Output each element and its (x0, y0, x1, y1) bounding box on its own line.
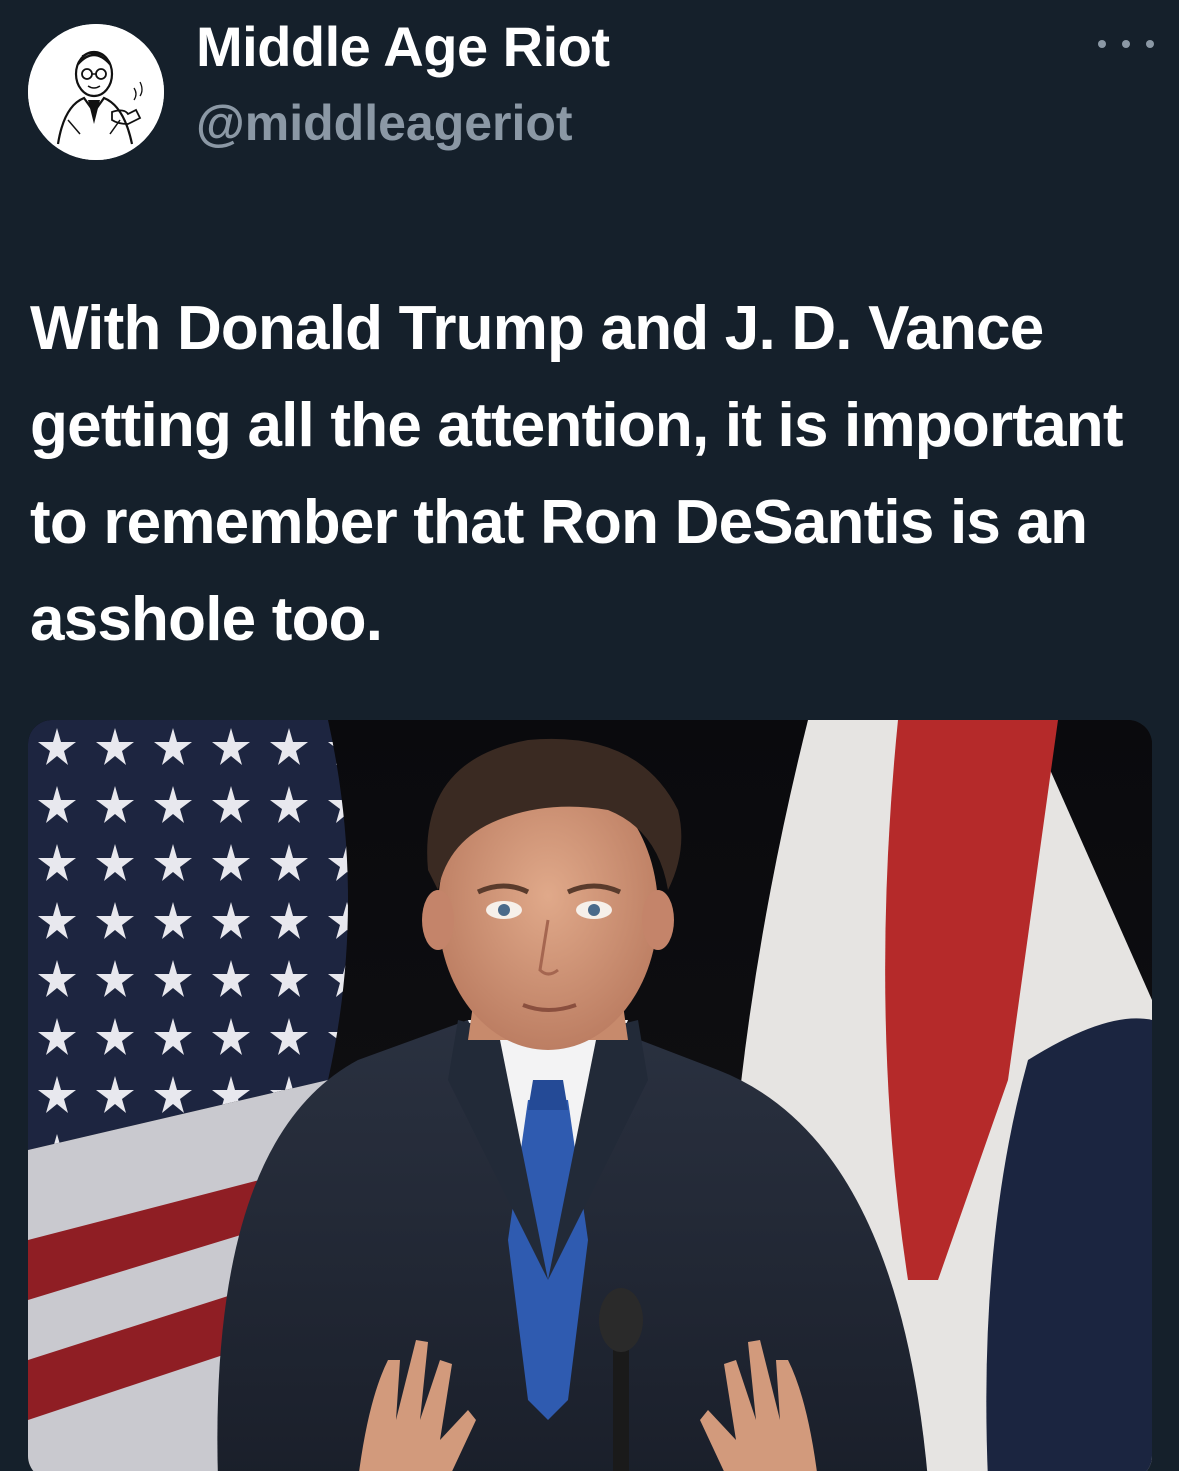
more-options-button[interactable] (1098, 28, 1154, 60)
ellipsis-icon (1122, 40, 1130, 48)
author-display-name[interactable]: Middle Age Riot (196, 14, 610, 79)
tweet-header: Middle Age Riot @middleageriot (0, 0, 1179, 180)
author-avatar[interactable] (28, 24, 164, 160)
avatar-illustration-icon (28, 24, 164, 160)
press-conference-photo (28, 720, 1152, 1471)
author-handle[interactable]: @middleageriot (196, 94, 573, 152)
tweet-text: With Donald Trump and J. D. Vance gettin… (30, 294, 1124, 654)
tweet-media-photo[interactable] (28, 720, 1152, 1471)
ellipsis-icon (1098, 40, 1106, 48)
ellipsis-icon (1146, 40, 1154, 48)
